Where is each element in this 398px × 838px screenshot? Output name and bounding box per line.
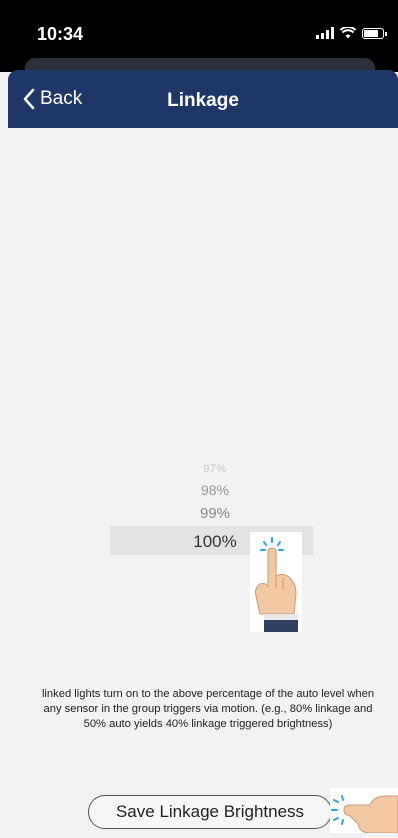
battery-icon <box>362 27 387 39</box>
picker-option[interactable]: 98% <box>0 482 398 498</box>
linkage-description: linked lights turn on to the above perce… <box>41 688 375 730</box>
status-icons <box>316 27 387 39</box>
picker-selected-option[interactable]: 100% <box>0 532 398 552</box>
status-time: 10:34 <box>37 24 84 44</box>
picker-option[interactable]: 97% <box>0 463 398 475</box>
wifi-icon <box>340 27 356 39</box>
page-title: Linkage <box>167 90 239 111</box>
navigation-bar: Back Linkage <box>8 70 398 128</box>
point-gesture-hand-icon <box>330 788 398 834</box>
cellular-signal-icon <box>316 27 334 39</box>
tap-gesture-hand-icon <box>250 532 302 632</box>
save-linkage-brightness-button[interactable]: Save Linkage Brightness <box>88 795 332 829</box>
picker-option[interactable]: 99% <box>0 505 398 522</box>
